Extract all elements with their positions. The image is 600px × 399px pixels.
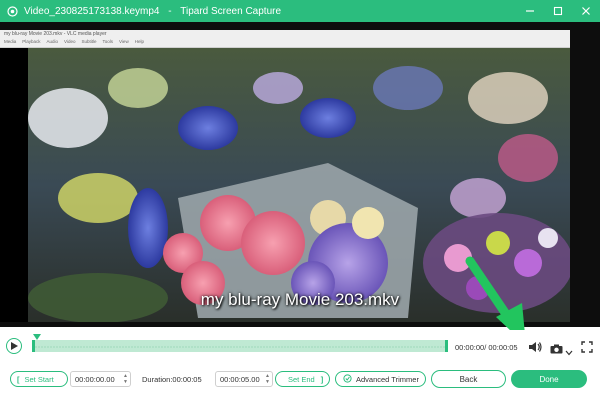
player-menu-item: Help [134,39,144,44]
set-start-button[interactable]: [ Set Start [10,371,68,387]
end-time-stepper[interactable]: ▲ ▼ [265,373,270,385]
title-bar: Video_230825173138.keymp4 - Tipard Scree… [0,0,600,22]
end-time-value: 00:00:05.00 [220,374,260,384]
bracket-right-icon: ] [320,374,324,384]
back-button[interactable]: Back [431,370,506,388]
play-button[interactable] [6,338,22,354]
player-menu-item: Playback [22,39,41,44]
player-menu-item: Tools [102,39,114,44]
timeline-controls: 00:00:00/ 00:00:05 [0,330,600,360]
chevron-down-icon[interactable] [565,343,573,361]
volume-icon[interactable] [528,340,542,358]
timeline-waveform [35,346,445,348]
end-time-field[interactable]: 00:00:05.00 ▲ ▼ [215,371,273,387]
advanced-trimmer-label: Advanced Trimmer [356,374,419,384]
window-title: Video_230825173138.keymp4 - Tipard Scree… [24,6,281,17]
time-readout: 00:00:00/ 00:00:05 [455,343,518,352]
maximize-icon[interactable] [544,0,572,22]
player-title: my blu-ray Movie 203.mkv - VLC media pla… [4,31,107,37]
player-menu-item: Media [4,39,17,44]
set-end-button[interactable]: Set End ] [275,371,330,387]
bracket-left-icon: [ [17,374,20,384]
duration-label: Duration:00:00:05 [142,375,202,384]
minimize-icon[interactable] [516,0,544,22]
play-icon [11,342,18,350]
close-icon[interactable] [572,0,600,22]
app-logo-icon [6,5,18,17]
start-time-stepper[interactable]: ▲ ▼ [123,373,128,385]
title-separator: - [168,5,172,17]
window-controls [516,0,600,22]
set-start-label: Set Start [24,374,54,384]
player-chrome: my blu-ray Movie 203.mkv - VLC media pla… [0,30,570,48]
done-button[interactable]: Done [511,370,587,388]
app-name: Tipard Screen Capture [180,5,282,17]
camera-icon[interactable] [550,341,563,359]
set-end-label: Set End [288,374,315,384]
start-time-value: 00:00:00.00 [75,374,115,384]
player-menu-item: Video [64,39,76,44]
fullscreen-icon[interactable] [581,340,593,358]
player-menu-item: Audio [46,39,59,44]
start-time-field[interactable]: 00:00:00.00 ▲ ▼ [70,371,131,387]
player-menu-item: View [119,39,129,44]
advanced-trimmer-icon [343,373,352,385]
trim-controls: [ Set Start 00:00:00.00 ▲ ▼ Duration:00:0… [0,365,600,391]
file-title: Video_230825173138.keymp4 [24,5,160,17]
advanced-trimmer-button[interactable]: Advanced Trimmer [335,371,426,387]
player-menu: Media Playback Audio Video Subtitle Tool… [4,39,144,44]
player-menu-item: Subtitle [81,39,97,44]
timeline-track[interactable] [32,340,448,352]
